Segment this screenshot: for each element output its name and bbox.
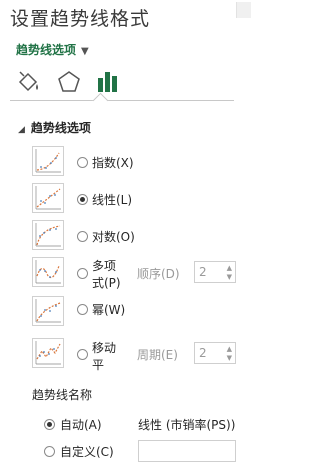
- trendline-name-label: 趋势线名称: [32, 388, 93, 402]
- pane-title: 设置趋势线格式: [10, 8, 151, 30]
- power-trend-icon: [32, 296, 64, 326]
- moving-average-trend-icon: [32, 338, 64, 368]
- label-exponential: 指数(X): [92, 156, 134, 170]
- exponential-trend-icon: [32, 146, 64, 176]
- radio-custom-name[interactable]: [44, 446, 55, 457]
- period-stepper[interactable]: 2 ▲ ▼: [194, 342, 236, 364]
- radio-polynomial[interactable]: [77, 268, 88, 279]
- label-period: 周期(E): [137, 348, 178, 362]
- section-header-trendline-options[interactable]: ◢ 趋势线选项: [18, 119, 91, 136]
- label-custom-name: 自定义(C): [60, 445, 114, 459]
- label-power: 幂(W): [92, 303, 126, 317]
- chevron-down-icon: ▼: [81, 46, 89, 57]
- label-auto-name: 自动(A): [60, 418, 102, 432]
- radio-moving-average[interactable]: [77, 349, 88, 360]
- section-title: 趋势线选项: [30, 121, 91, 135]
- radio-logarithmic[interactable]: [77, 231, 88, 242]
- tab-effects[interactable]: [54, 68, 84, 98]
- options-dropdown[interactable]: 趋势线选项 ▼: [16, 41, 89, 58]
- stepper-up-icon[interactable]: ▲: [227, 265, 232, 272]
- label-polynomial-line2: 式(P): [92, 276, 121, 290]
- period-value: 2: [199, 346, 207, 360]
- label-moving-average-line2: 平: [92, 358, 105, 372]
- custom-name-input[interactable]: [138, 440, 236, 462]
- order-value: 2: [199, 265, 207, 279]
- label-logarithmic: 对数(O): [92, 230, 135, 244]
- linear-trend-icon: [32, 183, 64, 213]
- radio-auto-name[interactable]: [44, 419, 55, 430]
- scrollbar[interactable]: [236, 2, 251, 18]
- pentagon-effects-icon: [58, 71, 80, 92]
- order-stepper[interactable]: 2 ▲ ▼: [194, 261, 236, 283]
- label-order: 顺序(D): [137, 267, 180, 281]
- paint-bucket-icon: [18, 71, 38, 92]
- stepper-down-icon[interactable]: ▼: [227, 355, 232, 362]
- polynomial-trend-icon: [32, 257, 64, 287]
- radio-linear[interactable]: [77, 194, 88, 205]
- stepper-up-icon[interactable]: ▲: [227, 346, 232, 353]
- radio-power[interactable]: [77, 304, 88, 315]
- options-dropdown-label: 趋势线选项: [16, 43, 77, 57]
- label-moving-average-line1: 移动: [92, 341, 117, 355]
- label-linear: 线性(L): [92, 193, 133, 207]
- logarithmic-trend-icon: [32, 220, 64, 250]
- tab-fill-line[interactable]: [14, 68, 44, 98]
- label-polynomial-line1: 多项: [92, 259, 117, 273]
- auto-name-value: 线性 (市销率(PS)): [138, 418, 236, 432]
- radio-exponential[interactable]: [77, 157, 88, 168]
- tab-divider: [10, 100, 234, 101]
- collapse-triangle-icon: ◢: [18, 125, 25, 135]
- stepper-down-icon[interactable]: ▼: [227, 274, 232, 281]
